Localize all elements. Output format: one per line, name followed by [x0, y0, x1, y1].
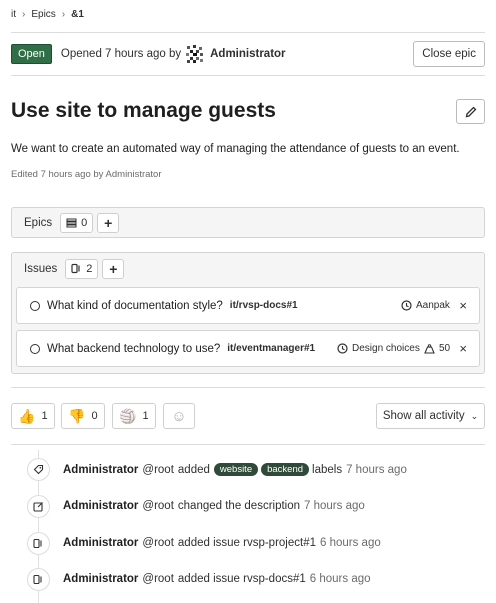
- chevron-right-icon: ›: [61, 9, 66, 20]
- pencil-square-icon: [27, 495, 50, 518]
- label-icon: [27, 458, 50, 481]
- author-link[interactable]: Administrator: [210, 48, 285, 60]
- edited-info: Edited 7 hours ago by Administrator: [11, 169, 162, 180]
- issue-title-link[interactable]: What backend technology to use?: [47, 343, 220, 355]
- add-epic-button[interactable]: +: [97, 212, 120, 233]
- author-handle[interactable]: @root: [142, 464, 174, 476]
- award-count: 1: [142, 410, 149, 422]
- edit-button[interactable]: [456, 99, 485, 124]
- author-link[interactable]: Administrator: [63, 500, 138, 512]
- timestamp: 7 hours ago: [346, 463, 407, 476]
- award-count: 1: [41, 410, 48, 422]
- divider: [11, 32, 485, 33]
- add-issue-button[interactable]: +: [102, 258, 125, 279]
- thumbsup-icon: 👍: [18, 407, 36, 424]
- divider: [11, 387, 485, 388]
- issue-reference: it/rvsp-docs#1: [229, 300, 298, 311]
- author-link[interactable]: Administrator: [63, 537, 138, 549]
- issues-icon: [27, 568, 50, 591]
- breadcrumb: it › Epics › &1: [11, 9, 84, 20]
- issues-icon: [71, 263, 80, 274]
- milestone-label: Aanpak: [416, 300, 450, 311]
- award-count: 0: [91, 410, 98, 422]
- author-handle[interactable]: @root: [142, 500, 174, 512]
- action-text: added issue rvsp-project#1: [177, 537, 316, 549]
- timeline-entry: Administrator @root changed the descript…: [63, 500, 365, 512]
- volleyball-icon: 🏐: [119, 407, 137, 424]
- breadcrumb-current[interactable]: &1: [71, 9, 84, 20]
- action-text: added issue rvsp-docs#1: [177, 573, 306, 585]
- weight-value: 50: [439, 343, 451, 354]
- issues-icon: [27, 532, 50, 555]
- issue-open-icon: [30, 300, 40, 311]
- epic-icon: [66, 218, 77, 227]
- epic-status-bar: Open Opened 7 hours ago by Administrator…: [11, 40, 485, 68]
- chevron-down-icon: ⌄: [470, 410, 479, 421]
- child-issues-panel: Issues 2 + What kind of documentation st…: [11, 252, 485, 374]
- timestamp: 6 hours ago: [320, 537, 381, 549]
- divider: [11, 75, 485, 76]
- avatar[interactable]: [186, 45, 204, 63]
- issue-reference: it/eventmanager#1: [227, 343, 316, 354]
- pencil-icon: [465, 106, 476, 117]
- status-badge: Open: [11, 44, 52, 64]
- issues-count-value: 2: [86, 262, 93, 275]
- thumbsdown-icon: 👎: [68, 407, 86, 424]
- smiley-icon: ☺: [171, 407, 187, 425]
- chevron-right-icon: ›: [22, 9, 26, 20]
- award-thumbsdown-button[interactable]: 👎 0: [61, 403, 105, 429]
- timestamp: 7 hours ago: [304, 500, 365, 512]
- timestamp: 6 hours ago: [309, 573, 371, 585]
- milestone-label: Design choices: [352, 343, 420, 354]
- issues-panel-title: Issues: [24, 262, 58, 275]
- issue-row[interactable]: What kind of documentation style? it/rvs…: [16, 287, 480, 324]
- breadcrumb-epics-link[interactable]: Epics: [31, 9, 55, 20]
- divider: [11, 444, 485, 445]
- timeline-entry: Administrator @root added issue rvsp-pro…: [63, 537, 381, 549]
- add-reaction-button[interactable]: ☺: [163, 403, 195, 429]
- author-handle[interactable]: @root: [142, 573, 174, 585]
- label-badge[interactable]: website: [213, 463, 259, 476]
- weight-icon: [424, 343, 435, 354]
- breadcrumb-group-link[interactable]: it: [11, 9, 16, 20]
- author-handle[interactable]: @root: [142, 537, 174, 549]
- action-suffix: labels: [312, 463, 343, 476]
- epics-panel-title: Epics: [24, 216, 53, 229]
- issue-weight: 50: [424, 343, 450, 354]
- author-link[interactable]: Administrator: [63, 573, 138, 585]
- action-text: changed the description: [177, 500, 301, 512]
- issue-title-link[interactable]: What kind of documentation style?: [47, 300, 223, 312]
- epics-count-value: 0: [81, 216, 88, 229]
- issue-row[interactable]: What backend technology to use? it/event…: [16, 330, 480, 367]
- epics-count: 0: [60, 212, 94, 233]
- issue-open-icon: [30, 343, 40, 354]
- issue-milestone: Design choices: [337, 343, 420, 354]
- clock-icon: [337, 343, 348, 354]
- activity-filter-label: Show all activity: [382, 410, 465, 422]
- clock-icon: [401, 300, 412, 311]
- award-thumbsup-button[interactable]: 👍 1: [11, 403, 55, 429]
- timeline-entry: Administrator @root added website backen…: [63, 463, 407, 476]
- opened-text: Opened 7 hours ago by: [60, 48, 182, 60]
- label-badge[interactable]: backend: [261, 463, 310, 476]
- activity-filter-dropdown[interactable]: Show all activity ⌄: [376, 403, 485, 429]
- remove-issue-button[interactable]: ×: [459, 298, 467, 313]
- child-epics-panel: Epics 0 +: [11, 207, 485, 238]
- epic-description: We want to create an automated way of ma…: [11, 143, 460, 155]
- remove-issue-button[interactable]: ×: [459, 341, 467, 356]
- issue-milestone: Aanpak: [401, 300, 450, 311]
- issues-count: 2: [65, 258, 99, 279]
- action-text: added: [177, 463, 210, 476]
- author-link[interactable]: Administrator: [63, 464, 138, 476]
- page-title: Use site to manage guests: [11, 99, 276, 122]
- timeline-entry: Administrator @root added issue rvsp-doc…: [63, 573, 371, 585]
- close-epic-button[interactable]: Close epic: [413, 41, 485, 67]
- award-volleyball-button[interactable]: 🏐 1: [112, 403, 156, 429]
